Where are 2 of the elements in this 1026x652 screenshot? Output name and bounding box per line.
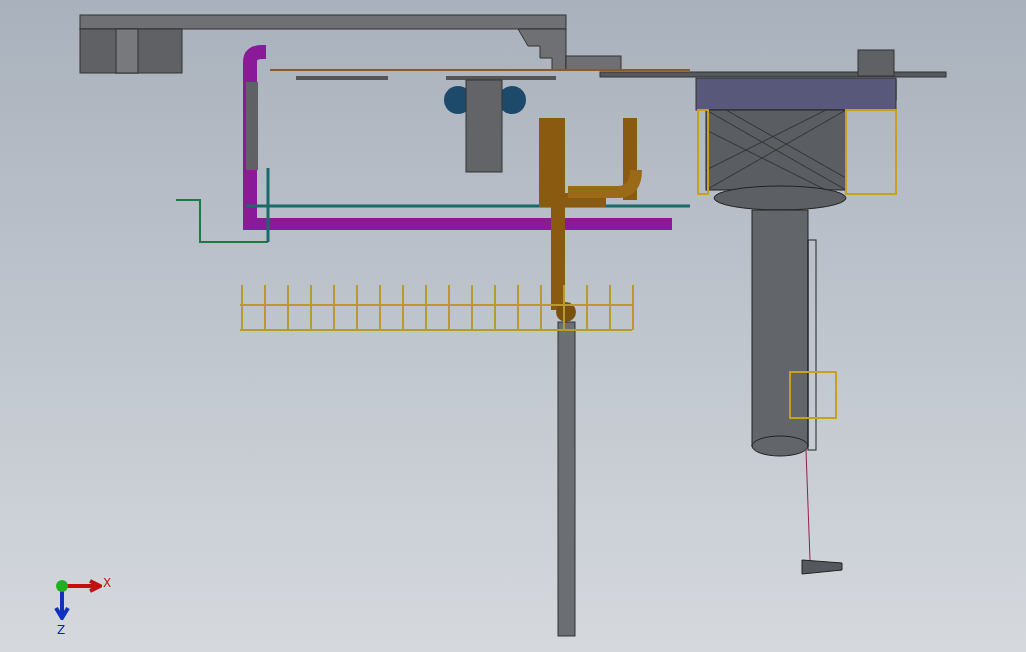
axis-label: X: [103, 577, 112, 589]
axis-label: Z: [57, 624, 66, 636]
